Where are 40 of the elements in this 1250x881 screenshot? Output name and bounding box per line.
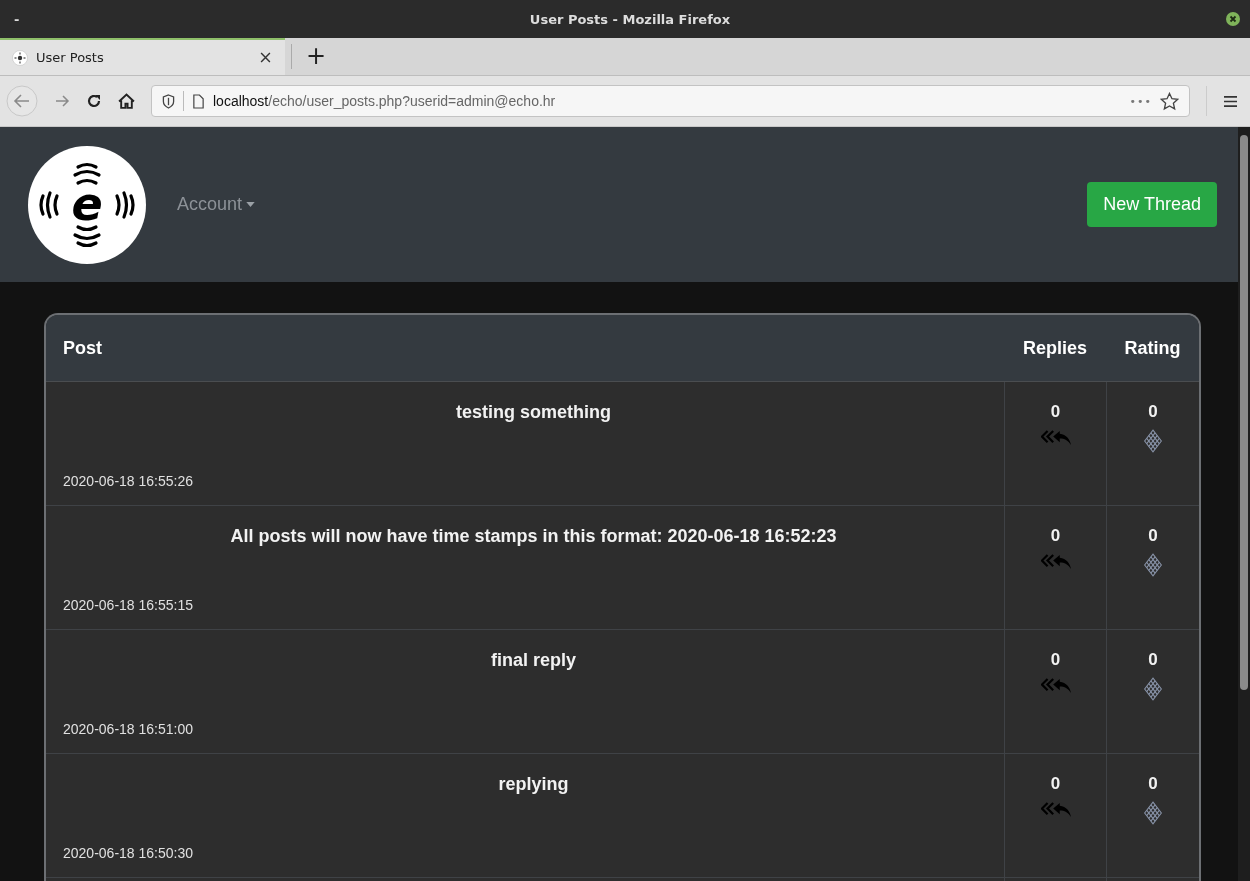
post-title[interactable]: All posts will now have time stamps in this format: 2020-06-18 16:52:23 [230,526,837,547]
rating-value: 0 [1148,774,1158,794]
menu-icon[interactable] [1223,94,1238,108]
browser-tab[interactable]: User Posts [0,38,285,75]
column-header: Post [62,337,103,359]
rating-value: 0 [1148,650,1158,670]
reply-count: 0 [1050,402,1061,422]
logo-letter: e [70,178,104,229]
star-icon[interactable] [1160,91,1179,111]
post-timestamp: 2020-06-18 16:51:00 [63,721,194,737]
page-actions-button[interactable]: ••• [1129,94,1152,108]
reply-count: 0 [1050,526,1061,546]
reply-count: 0 [1050,650,1061,670]
page-icon [192,93,205,109]
account-dropdown[interactable]: Account [177,194,256,215]
minimize-button[interactable]: - [14,11,34,27]
close-tab-icon[interactable] [260,52,271,63]
close-icon[interactable] [1226,12,1240,26]
new-tab-button[interactable]: + [300,38,333,75]
reply-count: 0 [1050,774,1061,794]
rating-value: 0 [1148,402,1158,422]
scrollbar[interactable] [1238,127,1250,881]
rating-value: 0 [1148,526,1158,546]
post-title[interactable]: replying [498,774,569,795]
post-timestamp: 2020-06-18 16:55:26 [63,473,194,489]
site-favicon-icon [12,49,28,66]
shield-icon [162,93,175,109]
logo[interactable]: e [28,145,146,264]
window-title: User Posts - Mozilla Firefox [528,11,732,27]
column-header: Replies [1022,337,1088,359]
post-title[interactable]: final reply [491,650,576,671]
url-text: localhost/echo/user_posts.php?userid=admin@echo.hr [213,93,557,109]
post-title[interactable]: testing something [456,402,611,423]
post-timestamp: 2020-06-18 16:55:15 [63,597,194,613]
forward-icon[interactable] [54,93,70,109]
reload-icon[interactable] [86,93,102,109]
home-icon[interactable] [118,92,135,110]
address-bar[interactable]: localhost/echo/user_posts.php?userid=admin@echo.hr ••• [151,85,1190,117]
column-header: Rating [1123,337,1182,359]
post-timestamp: 2020-06-18 16:50:30 [63,845,194,861]
